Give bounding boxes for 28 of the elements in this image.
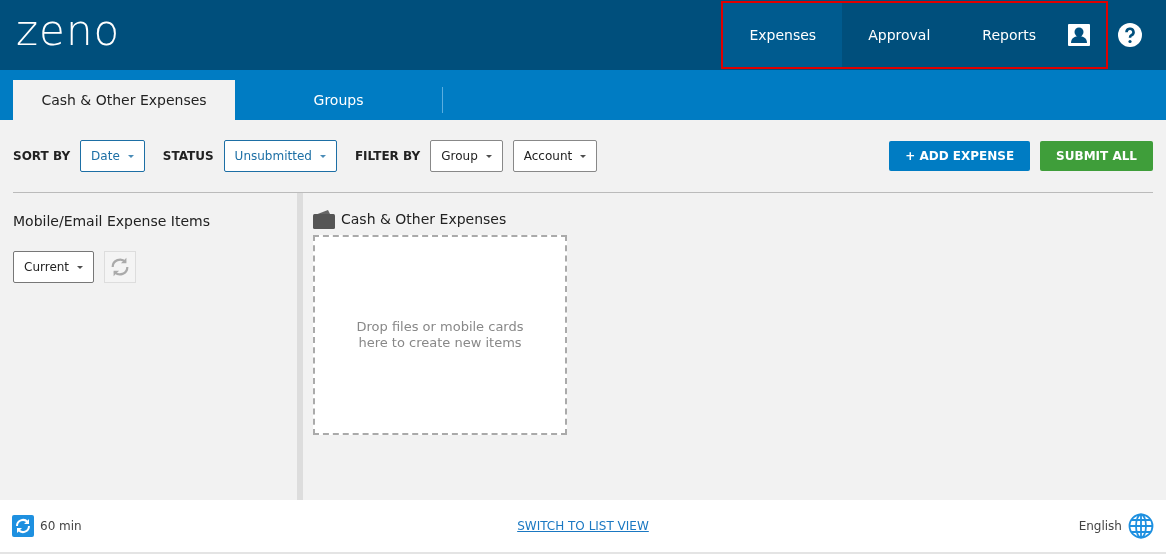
language-label[interactable]: English xyxy=(1078,519,1122,533)
drop-hint: Drop files or mobile cards here to create new items xyxy=(355,319,525,351)
nav-tab[interactable]: Expenses xyxy=(723,3,843,67)
help-icon[interactable] xyxy=(1118,23,1142,47)
tab[interactable]: Cash & Other Expenses xyxy=(13,80,235,120)
filter-label: FILTER BY xyxy=(354,149,421,163)
panel-title: Mobile/Email Expense Items xyxy=(13,213,211,229)
refresh-icon[interactable] xyxy=(12,515,34,537)
logo: zeno xyxy=(16,10,121,52)
dropdown[interactable]: Account xyxy=(512,140,598,172)
wallet-icon xyxy=(313,209,335,229)
filter-label: STATUS xyxy=(162,149,214,163)
refresh-button[interactable] xyxy=(104,251,137,283)
filter-label: SORT BY xyxy=(13,149,71,163)
globe-icon[interactable] xyxy=(1128,513,1154,539)
nav-tab[interactable]: Reports xyxy=(956,3,1062,67)
drop-zone[interactable]: Drop files or mobile cards here to create new items xyxy=(313,235,567,435)
panel-title: Cash & Other Expenses xyxy=(341,211,507,227)
dropdown[interactable]: Date xyxy=(80,140,145,172)
nav-tab[interactable]: Approval xyxy=(842,3,957,67)
list-view-link[interactable]: SWITCH TO LIST VIEW xyxy=(517,519,649,533)
action-button[interactable]: + ADD EXPENSE xyxy=(889,141,1031,171)
dropdown[interactable]: Current xyxy=(13,251,95,283)
dropdown[interactable]: Unsubmitted xyxy=(223,140,337,172)
user-icon[interactable] xyxy=(1068,24,1090,46)
tab[interactable]: Groups xyxy=(235,87,443,113)
dropdown[interactable]: Group xyxy=(430,140,503,172)
refresh-interval: 60 min xyxy=(40,519,82,533)
